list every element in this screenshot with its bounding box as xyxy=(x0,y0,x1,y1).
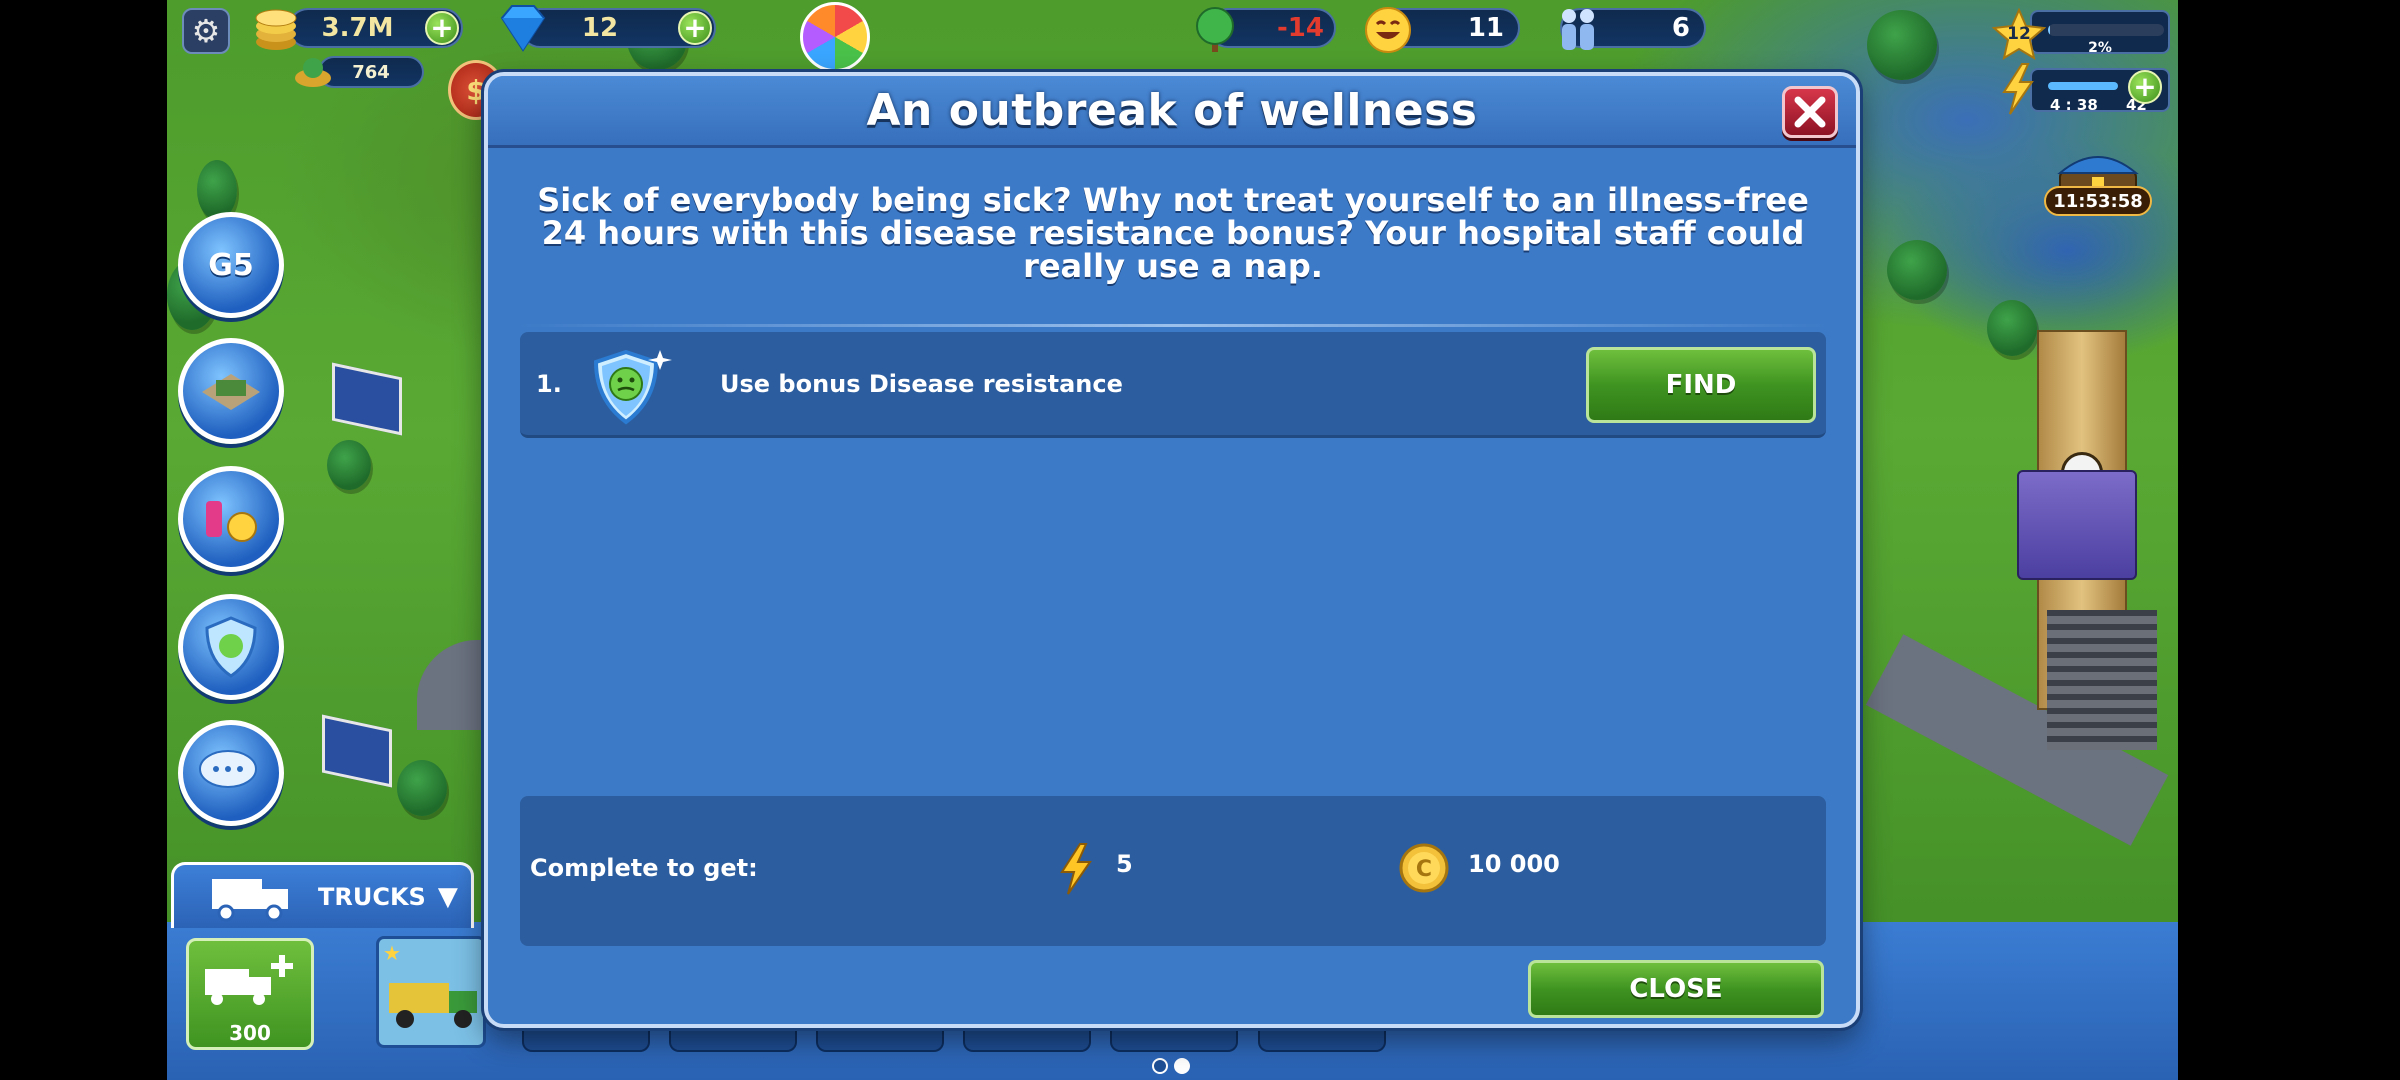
dialog-header: An outbreak of wellness xyxy=(488,76,1856,148)
add-truck-icon xyxy=(205,955,293,1005)
gem-icon xyxy=(490,2,556,56)
task-number: 1. xyxy=(536,370,562,398)
add-gems-button[interactable]: + xyxy=(678,11,712,45)
truck-slot-active[interactable]: ★ xyxy=(376,936,486,1048)
close-icon xyxy=(1794,96,1826,128)
truck-slot[interactable] xyxy=(522,1030,650,1052)
buildings-shop-button[interactable] xyxy=(178,338,284,444)
tree-decoration xyxy=(327,440,371,490)
trucks-tab[interactable]: TRUCKS ▼ xyxy=(171,862,474,928)
tree-ecology-icon xyxy=(1190,4,1240,56)
dialog-title: An outbreak of wellness xyxy=(866,85,1478,136)
settings-button[interactable]: ⚙ xyxy=(182,8,230,54)
level-progress-fill xyxy=(2048,24,2051,36)
people-icon xyxy=(1552,4,1604,56)
add-energy-button[interactable]: + xyxy=(2128,70,2162,104)
reward-label: Complete to get: xyxy=(530,854,758,882)
page-indicator-dot-active[interactable] xyxy=(1174,1058,1190,1074)
fortune-wheel-button[interactable] xyxy=(800,2,870,72)
truck-icon xyxy=(212,878,288,921)
tree-decoration xyxy=(1887,240,1947,300)
tree-decoration xyxy=(197,160,237,220)
add-coins-button[interactable]: + xyxy=(425,11,459,45)
lightning-icon xyxy=(1998,62,2038,116)
buy-truck-price: 300 xyxy=(229,1021,271,1045)
energy-bar xyxy=(2048,82,2118,90)
coin-stack-icon xyxy=(248,2,304,54)
level-star-icon: 12 xyxy=(1992,8,2046,60)
chevron-down-icon: ▼ xyxy=(437,881,458,912)
level-progress-text: 2% xyxy=(2088,40,2112,56)
find-button[interactable]: FIND xyxy=(1586,347,1816,423)
coins-value: 3.7M xyxy=(321,13,394,43)
population-gold-value: 764 xyxy=(352,61,390,83)
building-icon xyxy=(202,374,260,410)
disease-resistance-shield-icon xyxy=(593,349,672,425)
divider xyxy=(518,324,1828,327)
tree-decoration xyxy=(1987,300,2037,356)
gold-pile-icon xyxy=(292,52,334,90)
close-x-button[interactable] xyxy=(1782,86,1838,138)
shield-icon xyxy=(205,616,257,678)
trucks-label: TRUCKS xyxy=(318,882,426,911)
bonuses-button[interactable] xyxy=(178,594,284,700)
truck-slot[interactable] xyxy=(669,1030,797,1052)
level-progress-panel: 2% xyxy=(2030,10,2170,56)
truck-slot[interactable] xyxy=(963,1030,1091,1052)
billboard[interactable] xyxy=(322,714,392,788)
tree-decoration xyxy=(397,760,447,816)
gear-icon: ⚙ xyxy=(191,12,221,50)
task-label: Use bonus Disease resistance xyxy=(720,370,1123,398)
quest-dialog: An outbreak of wellness Sick of everybod… xyxy=(484,72,1860,1028)
coin-icon: C xyxy=(1399,843,1449,893)
chat-bubble-icon xyxy=(199,750,257,788)
level-progress-bar xyxy=(2048,24,2164,36)
g5-games-button[interactable]: G5 xyxy=(178,212,284,318)
dollar-icon: $ xyxy=(466,73,486,107)
reward-energy-value: 5 xyxy=(1116,850,1133,878)
buy-truck-button[interactable]: 300 xyxy=(186,938,314,1050)
close-button[interactable]: CLOSE xyxy=(1528,960,1824,1018)
svg-text:C: C xyxy=(1416,857,1432,882)
billboard[interactable] xyxy=(332,362,402,436)
level-number: 12 xyxy=(2007,24,2031,44)
truck-slot[interactable] xyxy=(1110,1030,1238,1052)
smiley-face-icon xyxy=(1362,4,1414,56)
lightning-icon xyxy=(1060,843,1092,895)
energy-timer: 4 : 38 xyxy=(2050,96,2098,114)
reward-panel: Complete to get: 5 C 10 000 xyxy=(520,796,1826,946)
factory-building[interactable] xyxy=(2047,610,2157,750)
chat-button[interactable] xyxy=(178,720,284,826)
chest-timer: 11:53:58 xyxy=(2044,186,2152,216)
tree-decoration xyxy=(1867,10,1937,80)
cosmetics-coins-icon xyxy=(206,501,257,542)
reward-coins-value: 10 000 xyxy=(1468,850,1560,878)
g5-logo-icon: G5 xyxy=(208,247,254,283)
coins-counter: 3.7M + xyxy=(288,8,463,48)
star-icon: ★ xyxy=(383,941,401,965)
cinema-building[interactable] xyxy=(2017,470,2137,580)
truck-slot[interactable] xyxy=(1258,1030,1386,1052)
task-row: 1. Use bonus Disease resistance FIND xyxy=(520,332,1826,438)
store-button[interactable] xyxy=(178,466,284,572)
dialog-description: Sick of everybody being sick? Why not tr… xyxy=(537,181,1809,285)
page-indicator-dot[interactable] xyxy=(1152,1058,1168,1074)
truck-slot[interactable] xyxy=(816,1030,944,1052)
